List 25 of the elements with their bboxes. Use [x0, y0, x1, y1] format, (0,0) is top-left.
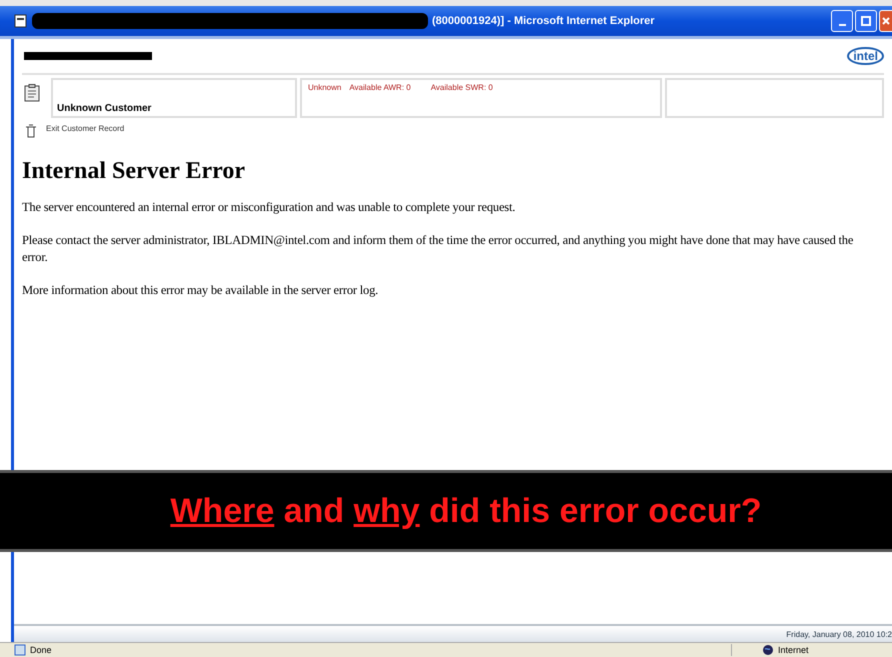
logo: intel [847, 47, 884, 65]
minimize-button[interactable] [831, 10, 853, 32]
date-text: Friday, January 08, 2010 10:2 [786, 630, 892, 638]
customer-status: Unknown [308, 83, 342, 92]
status-text: Done [30, 645, 52, 655]
minimize-icon [838, 24, 846, 26]
question-text: Where and why did this error occur? [169, 492, 762, 530]
clipboard-icon [24, 84, 40, 102]
error-heading: Internal Server Error [22, 158, 246, 185]
exit-link[interactable]: Exit Customer Record [46, 124, 124, 132]
error-paragraph: Please contact the server administrator, IBLADMIN@intel.com and inform them of the time the error occurred, and anything you might have done that may have caused the error. [22, 232, 854, 266]
globe-icon [762, 644, 774, 656]
awr-count: Available AWR: 0 [349, 83, 411, 92]
error-paragraph: The server encountered an internal error or misconfiguration and was unable to complete your request. [22, 199, 516, 216]
maximize-icon [859, 14, 873, 28]
zone-text: Internet [778, 645, 809, 655]
page-icon [14, 14, 28, 28]
window-title: (8000001924)] - Microsoft Internet Explorer [432, 15, 655, 27]
maximize-button[interactable] [855, 10, 877, 32]
swr-count: Available SWR: 0 [430, 83, 493, 92]
error-paragraph: More information about this error may be available in the server error log. [22, 282, 380, 299]
close-button[interactable] [879, 10, 892, 32]
page-icon [14, 644, 26, 656]
customer-name: Unknown Customer [57, 103, 152, 114]
trash-icon [24, 124, 38, 138]
